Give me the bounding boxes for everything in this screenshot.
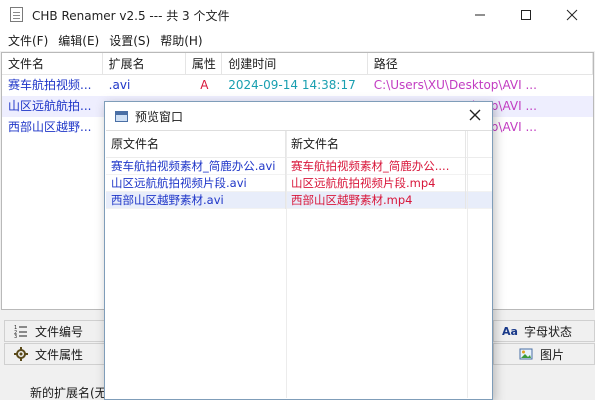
- numbered-list-icon: 123: [13, 323, 29, 339]
- original-name: 赛车航拍视频素材_简鹿办公.avi: [106, 158, 286, 175]
- letter-case-icon: Aa: [502, 324, 518, 338]
- letter-state-label: 字母状态: [524, 324, 573, 339]
- menu-file[interactable]: 文件(F): [3, 32, 53, 49]
- close-icon: [469, 109, 481, 121]
- preview-list-header: 原文件名 新文件名: [106, 131, 492, 158]
- close-icon: [566, 9, 578, 21]
- window-icon: [115, 109, 129, 123]
- cell-created: 2024-09-14 14:38:17: [228, 78, 356, 92]
- new-extension-label: 新的扩展名(无: [30, 386, 107, 400]
- preview-list[interactable]: 原文件名 新文件名 赛车航拍视频素材_简鹿办公.avi 赛车航拍视频素材_简鹿办…: [106, 130, 492, 398]
- window-controls: [457, 0, 595, 30]
- file-attribute-label: 文件属性: [35, 347, 84, 362]
- table-row[interactable]: 赛车航拍视频... .avi A 2024-09-14 14:38:17 C:\…: [2, 75, 593, 96]
- column-header-attribute[interactable]: 属性: [186, 53, 223, 75]
- cell-attribute: A: [200, 78, 209, 92]
- list-item[interactable]: 西部山区越野素材.avi 西部山区越野素材.mp4: [106, 192, 492, 209]
- image-label: 图片: [540, 347, 565, 362]
- letter-state-button[interactable]: Aa 字母状态: [493, 320, 595, 342]
- original-name: 山区远航航拍视频片段.avi: [106, 175, 286, 192]
- menu-bar: 文件(F) 编辑(E) 设置(S) 帮助(H): [0, 30, 595, 51]
- list-item[interactable]: 山区远航航拍视频片段.avi 山区远航航拍视频片段.mp4: [106, 175, 492, 192]
- new-name: 西部山区越野素材.mp4: [286, 192, 466, 209]
- preview-title-bar: 预览窗口: [105, 102, 492, 130]
- preview-window[interactable]: 预览窗口 原文件名 新文件名 赛车航拍视频素材_简鹿办公.avi 赛车航拍视频素…: [104, 101, 493, 400]
- close-button[interactable]: [549, 0, 595, 30]
- column-header-filename[interactable]: 文件名: [2, 53, 103, 75]
- title-bar: CHB Renamer v2.5 --- 共 3 个文件: [0, 0, 595, 30]
- image-icon: [518, 346, 534, 362]
- cell-filename: 赛车航拍视频...: [8, 78, 92, 92]
- column-header-extension[interactable]: 扩展名: [103, 53, 187, 75]
- app-document-icon: [8, 6, 26, 24]
- column-header-created[interactable]: 创建时间: [222, 53, 368, 75]
- menu-settings[interactable]: 设置(S): [104, 32, 155, 49]
- preview-title: 预览窗口: [135, 109, 184, 124]
- file-number-label: 文件编号: [35, 324, 84, 339]
- file-list-header: 文件名 扩展名 属性 创建时间 路径: [2, 53, 593, 75]
- menu-help[interactable]: 帮助(H): [155, 32, 207, 49]
- column-header-new-name[interactable]: 新文件名: [286, 131, 466, 158]
- original-name: 西部山区越野素材.avi: [106, 192, 286, 209]
- minimize-button[interactable]: [457, 0, 503, 30]
- maximize-button[interactable]: [503, 0, 549, 30]
- minimize-icon: [475, 14, 485, 16]
- menu-edit[interactable]: 编辑(E): [53, 32, 104, 49]
- svg-text:3: 3: [14, 334, 17, 338]
- gear-icon: [13, 346, 29, 362]
- column-header-original-name[interactable]: 原文件名: [106, 131, 286, 158]
- maximize-icon: [521, 10, 531, 20]
- list-item[interactable]: 赛车航拍视频素材_简鹿办公.avi 赛车航拍视频素材_简鹿办公....: [106, 158, 492, 175]
- cell-extension: .avi: [108, 78, 131, 92]
- cell-filename: 山区远航航拍...: [8, 99, 92, 113]
- new-name: 赛车航拍视频素材_简鹿办公....: [286, 158, 466, 175]
- window-title: CHB Renamer v2.5 --- 共 3 个文件: [32, 8, 230, 23]
- cell-filename: 西部山区越野...: [8, 120, 92, 134]
- cell-path: C:\Users\XU\Desktop\AVI ...: [373, 78, 537, 92]
- image-button[interactable]: 图片: [493, 343, 595, 365]
- preview-close-button[interactable]: [466, 106, 484, 124]
- column-header-path[interactable]: 路径: [368, 53, 593, 75]
- new-name: 山区远航航拍视频片段.mp4: [286, 175, 466, 192]
